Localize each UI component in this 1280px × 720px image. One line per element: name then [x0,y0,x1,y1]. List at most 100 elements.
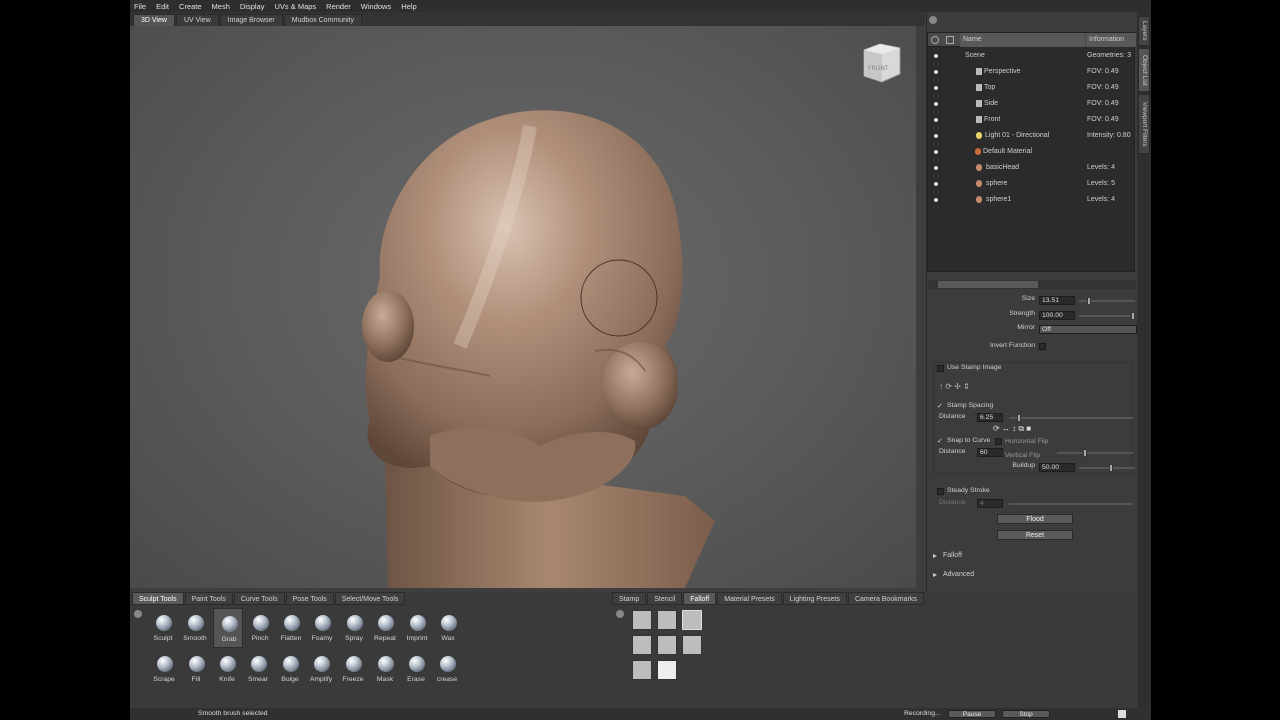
horizontal-flip-checkbox[interactable] [995,438,1002,445]
tool-imprint[interactable]: Imprint [402,608,432,648]
stamp-rotate-icons[interactable]: ↑ ⟳ ✢ ⇕ [939,382,999,392]
tab-3d-view[interactable]: 3D View [133,14,175,26]
tool-flatten[interactable]: Flatten [276,608,306,648]
distance2-slider-handle[interactable] [1083,449,1087,457]
distance3-slider[interactable] [1009,503,1133,505]
visibility-icon[interactable] [934,134,938,138]
distance2-slider[interactable] [1057,452,1133,454]
3d-viewport[interactable]: FRONT [130,26,916,588]
visibility-icon[interactable] [934,102,938,106]
tab-uv-view[interactable]: UV View [175,14,219,26]
tool-foamy[interactable]: Foamy [307,608,337,648]
menu-mesh[interactable]: Mesh [212,2,230,11]
tool-repeat[interactable]: Repeat [370,608,400,648]
menu-render[interactable]: Render [326,2,351,11]
distance-slider-handle[interactable] [1017,414,1021,422]
tool-freeze[interactable]: Freeze [338,649,368,689]
falloff-preset-1[interactable] [632,610,652,630]
reset-button[interactable]: Reset [997,530,1073,540]
steady-stroke-checkbox[interactable] [937,488,944,495]
object-row-sphere[interactable]: sphere Levels: 5 [928,176,1136,192]
advanced-section[interactable]: Advanced [929,568,1137,582]
tool-pinch[interactable]: Pinch [245,608,275,648]
tool-grab[interactable]: Grab [213,608,243,648]
size-slider-handle[interactable] [1087,297,1091,305]
object-row-scene[interactable]: Scene Geometries: 3 [928,48,1136,64]
tool-smear[interactable]: Smear [243,649,273,689]
object-row-perspective[interactable]: Perspective FOV: 0.49 [928,64,1136,80]
menu-display[interactable]: Display [240,2,265,11]
column-name[interactable]: Name [960,33,1085,47]
object-row-front[interactable]: Front FOV: 0.49 [928,112,1136,128]
tool-bulge[interactable]: Bulge [275,649,305,689]
menu-edit[interactable]: Edit [156,2,169,11]
visibility-icon[interactable] [934,166,938,170]
size-field[interactable]: 13.51 [1039,296,1075,305]
buildup-slider-handle[interactable] [1109,464,1113,472]
tab-image-browser[interactable]: Image Browser [219,14,283,26]
falloff-preset-5[interactable] [657,635,677,655]
tool-sculpt[interactable]: Sculpt [148,608,178,648]
visibility-icon[interactable] [934,150,938,154]
tab-stencil[interactable]: Stencil [647,592,683,605]
object-row-material[interactable]: Default Material [928,144,1136,160]
falloff-section[interactable]: Falloff [929,549,1137,563]
invert-function-checkbox[interactable] [1039,343,1046,350]
falloff-preset-2[interactable] [657,610,677,630]
flood-button[interactable]: Flood [997,514,1073,524]
tab-stamp[interactable]: Stamp [612,592,647,605]
object-row-top[interactable]: Top FOV: 0.49 [928,80,1136,96]
tab-lighting-presets[interactable]: Lighting Presets [782,592,847,605]
visibility-icon[interactable] [934,86,938,90]
menu-uvs-maps[interactable]: UVs & Maps [274,2,316,11]
visibility-column-icon[interactable] [931,36,939,44]
falloff-preset-3[interactable] [682,610,702,630]
distance-slider[interactable] [1009,417,1133,419]
panel-options-icon[interactable] [929,16,937,24]
menu-windows[interactable]: Windows [361,2,391,11]
falloff-preset-6[interactable] [682,635,702,655]
tab-falloff[interactable]: Falloff [683,592,717,605]
tool-spray[interactable]: Spray [339,608,369,648]
tab-material-presets[interactable]: Material Presets [717,592,782,605]
tab-viewport-filters[interactable]: Viewport Filters [1138,94,1150,154]
pause-button[interactable]: Pause [948,710,996,718]
tool-crease[interactable]: crease [432,649,462,689]
tab-camera-bookmarks[interactable]: Camera Bookmarks [847,592,924,605]
visibility-icon[interactable] [934,54,938,58]
tool-mask[interactable]: Mask [370,649,400,689]
tab-sculpt-tools[interactable]: Sculpt Tools [132,592,184,605]
buildup-slider[interactable] [1079,467,1135,469]
visibility-icon[interactable] [934,198,938,202]
distance3-field[interactable]: 4 [977,499,1003,508]
strength-slider-handle[interactable] [1131,312,1135,320]
tab-mudbox-community[interactable]: Mudbox Community [283,14,362,26]
strength-field[interactable]: 100.00 [1039,311,1075,320]
tool-knife[interactable]: Knife [212,649,242,689]
falloff-preset-7[interactable] [632,660,652,680]
tab-select-move-tools[interactable]: Select/Move Tools [334,592,406,605]
distance-field[interactable]: 6.25 [977,413,1003,422]
tab-layers[interactable]: Layers [1138,16,1150,46]
falloff-preset-4[interactable] [632,635,652,655]
menu-help[interactable]: Help [401,2,416,11]
scrollbar-thumb[interactable] [938,281,1038,288]
buildup-field[interactable]: 50.00 [1039,463,1075,472]
stamp-spacing-check-icon[interactable]: ✓ [937,402,943,410]
tool-wax[interactable]: Wax [433,608,463,648]
tab-paint-tools[interactable]: Paint Tools [184,592,233,605]
tab-curve-tools[interactable]: Curve Tools [233,592,285,605]
tool-fill[interactable]: Fill [181,649,211,689]
visibility-icon[interactable] [934,118,938,122]
object-row-sphere1[interactable]: sphere1 Levels: 4 [928,192,1136,208]
visibility-icon[interactable] [934,70,938,74]
tab-object-list[interactable]: Object List [1138,48,1150,92]
tool-erase[interactable]: Erase [401,649,431,689]
mirror-dropdown[interactable]: Off [1039,325,1137,334]
tool-amplify[interactable]: Amplify [306,649,336,689]
distance2-field[interactable]: 60 [977,448,1003,457]
tab-pose-tools[interactable]: Pose Tools [285,592,334,605]
strength-slider[interactable] [1079,315,1135,317]
transform-toolbar-icons[interactable]: ⟳ ↔ ↕ ⧉ ■ [993,424,1063,434]
menu-create[interactable]: Create [179,2,202,11]
